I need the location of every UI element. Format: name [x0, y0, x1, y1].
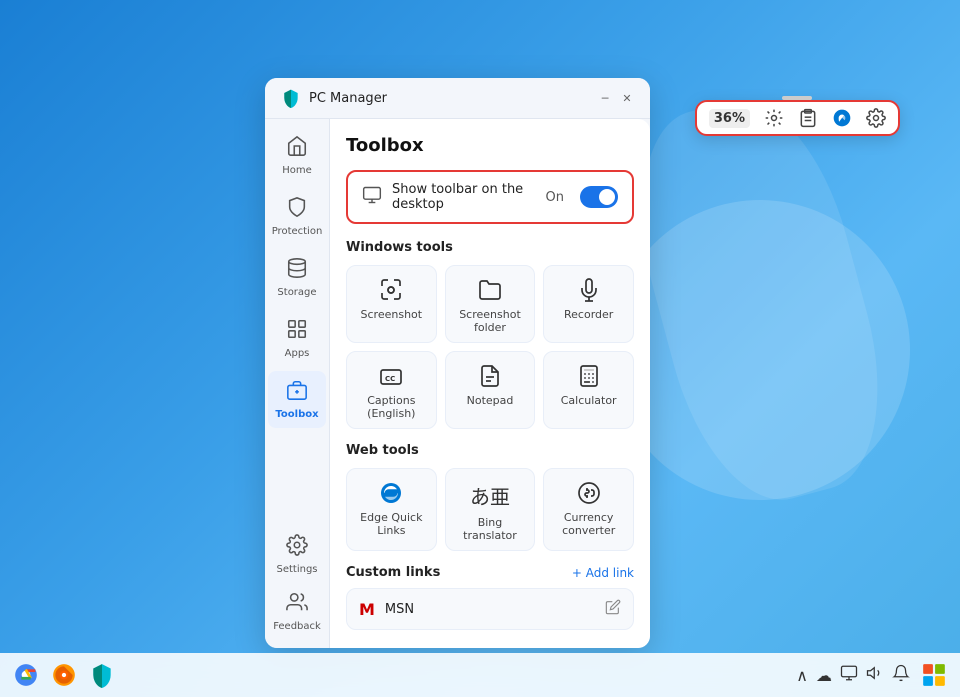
toolbar-clipboard-icon[interactable] — [798, 108, 818, 128]
toolbar-toggle-label: Show toolbar on the desktop — [392, 182, 536, 212]
web-tools-grid: Edge Quick Links あ亜 Bing translator — [346, 468, 634, 551]
sidebar-item-protection[interactable]: Protection — [268, 188, 326, 245]
tool-captions[interactable]: CC Captions (English) — [346, 351, 437, 429]
sidebar-item-home[interactable]: Home — [268, 127, 326, 184]
msn-edit-button[interactable] — [605, 599, 621, 619]
taskbar-right: ∧ ☁ — [796, 659, 950, 691]
recorder-icon — [577, 278, 601, 302]
sidebar-label-settings: Settings — [276, 564, 317, 575]
tool-notepad[interactable]: Notepad — [445, 351, 536, 429]
taskbar-volume-icon[interactable] — [866, 664, 884, 686]
notepad-label: Notepad — [467, 394, 514, 407]
content-area: Toolbox Show toolbar on the desktop On W… — [330, 119, 650, 648]
msn-label: MSN — [385, 602, 595, 617]
close-button[interactable]: ✕ — [620, 91, 634, 105]
bing-translator-icon: あ亜 — [470, 481, 510, 510]
tool-screenshot[interactable]: Screenshot — [346, 265, 437, 343]
web-tools-section-title: Web tools — [346, 443, 634, 458]
taskbar-notification-icon[interactable] — [892, 664, 910, 686]
taskbar-cloud-icon[interactable]: ☁ — [816, 666, 832, 685]
msn-icon: M — [359, 600, 375, 619]
app-logo — [281, 88, 301, 108]
currency-converter-label: Currency converter — [552, 511, 625, 537]
captions-label: Captions (English) — [355, 394, 428, 420]
toolbar-toggle-icon — [362, 185, 382, 210]
feedback-icon — [286, 591, 308, 618]
toolbar-toggle-switch[interactable] — [580, 186, 618, 208]
minimize-button[interactable]: ─ — [598, 91, 612, 105]
pcmanager-taskbar-icon — [89, 662, 115, 688]
windows-colorful-icon — [921, 662, 947, 688]
sidebar-item-storage[interactable]: Storage — [268, 249, 326, 306]
pc-manager-window: PC Manager ─ ✕ Home — [265, 78, 650, 648]
tool-currency-converter[interactable]: Currency converter — [543, 468, 634, 551]
settings-icon — [286, 534, 308, 561]
bing-translator-label: Bing translator — [454, 516, 527, 542]
custom-link-msn: M MSN — [346, 588, 634, 630]
currency-converter-icon — [577, 481, 601, 505]
custom-links-header: Custom links + Add link — [346, 565, 634, 580]
windows-tools-section-title: Windows tools — [346, 240, 634, 255]
sidebar: Home Protection Storage — [265, 119, 330, 648]
taskbar-pcmanager[interactable] — [86, 659, 118, 691]
recorder-label: Recorder — [564, 308, 613, 321]
edge-quick-links-label: Edge Quick Links — [355, 511, 428, 537]
toolbar-gear-icon[interactable] — [764, 108, 784, 128]
taskbar-windows-colorful[interactable] — [918, 659, 950, 691]
custom-links-section-title: Custom links — [346, 565, 440, 580]
storage-icon — [286, 257, 308, 284]
sidebar-item-toolbox[interactable]: Toolbox — [268, 371, 326, 428]
screenshot-folder-label: Screenshot folder — [454, 308, 527, 334]
screenshot-folder-icon — [478, 278, 502, 302]
home-icon — [286, 135, 308, 162]
toolbox-icon — [286, 379, 308, 406]
taskbar-chrome[interactable] — [10, 659, 42, 691]
edge-quick-links-icon — [379, 481, 403, 505]
tool-calculator[interactable]: Calculator — [543, 351, 634, 429]
window-title: PC Manager — [309, 91, 590, 106]
apps-icon — [286, 318, 308, 345]
sidebar-item-apps[interactable]: Apps — [268, 310, 326, 367]
calculator-label: Calculator — [561, 394, 617, 407]
title-bar: PC Manager ─ ✕ — [265, 78, 650, 119]
sidebar-label-apps: Apps — [285, 348, 310, 359]
calculator-icon — [577, 364, 601, 388]
svg-text:CC: CC — [385, 375, 395, 383]
screenshot-icon — [379, 278, 403, 302]
sidebar-bottom: Settings Feedback — [268, 526, 326, 640]
sidebar-label-protection: Protection — [272, 226, 323, 237]
protection-icon — [286, 196, 308, 223]
tool-recorder[interactable]: Recorder — [543, 265, 634, 343]
taskbar-chevron-up[interactable]: ∧ — [796, 666, 808, 685]
chrome-icon — [13, 662, 39, 688]
main-layout: Home Protection Storage — [265, 119, 650, 648]
taskbar-left — [10, 659, 118, 691]
tool-screenshot-folder[interactable]: Screenshot folder — [445, 265, 536, 343]
taskbar-firefox[interactable] — [48, 659, 80, 691]
sidebar-label-home: Home — [282, 165, 312, 176]
tool-bing-translator[interactable]: あ亜 Bing translator — [445, 468, 536, 551]
windows-tools-grid: Screenshot Screenshot folder — [346, 265, 634, 429]
sidebar-item-feedback[interactable]: Feedback — [268, 583, 326, 640]
tool-edge-quick-links[interactable]: Edge Quick Links — [346, 468, 437, 551]
notepad-icon — [478, 364, 502, 388]
taskbar-display-icon[interactable] — [840, 664, 858, 686]
battery-indicator[interactable]: 36% — [709, 109, 750, 128]
toolbar-handle[interactable] — [782, 96, 812, 100]
toolbar-toggle-row: Show toolbar on the desktop On — [346, 170, 634, 224]
screenshot-label: Screenshot — [361, 308, 423, 321]
firefox-icon — [51, 662, 77, 688]
sidebar-label-toolbox: Toolbox — [275, 409, 318, 420]
page-title: Toolbox — [346, 135, 634, 156]
toggle-status-label: On — [546, 190, 564, 205]
captions-icon: CC — [379, 364, 403, 388]
add-link-button[interactable]: + Add link — [572, 566, 634, 580]
toolbar-edge-icon[interactable] — [832, 108, 852, 128]
sidebar-label-storage: Storage — [277, 287, 316, 298]
floating-toolbar: 36% — [695, 100, 900, 136]
sidebar-label-feedback: Feedback — [273, 621, 321, 632]
sidebar-item-settings[interactable]: Settings — [268, 526, 326, 583]
taskbar: ∧ ☁ — [0, 653, 960, 697]
toolbar-settings-icon[interactable] — [866, 108, 886, 128]
